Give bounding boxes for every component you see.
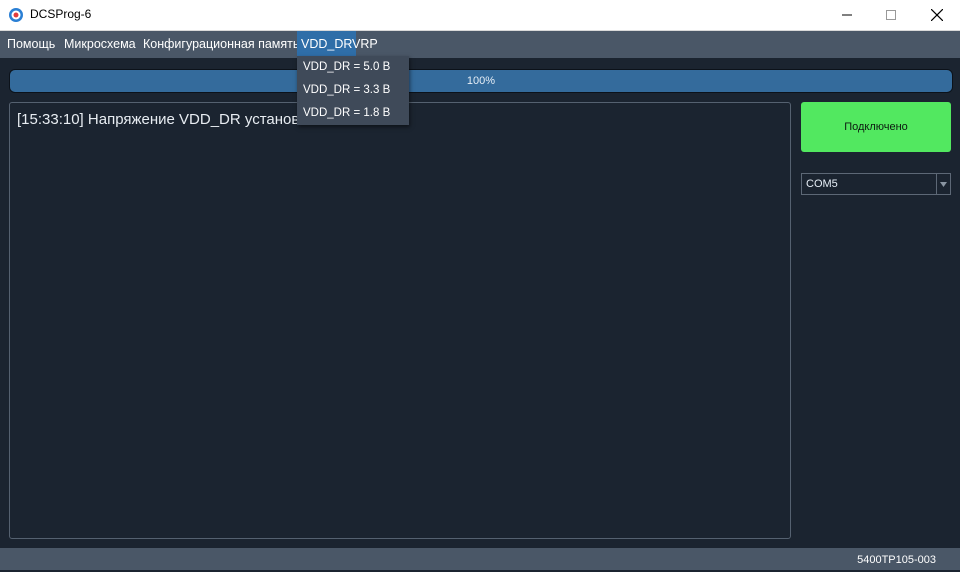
log-line: [15:33:10] Напряжение VDD_DR установ	[17, 111, 300, 128]
menu-chip[interactable]: Микросхема	[64, 31, 136, 58]
status-chip-label: 5400ТР105-003	[857, 554, 936, 566]
window-title: DCSProg-6	[30, 7, 92, 21]
menu-bar: Помощь Микросхема Конфигурационная памят…	[0, 31, 960, 58]
connection-status-button[interactable]: Подключено	[801, 102, 951, 152]
close-button[interactable]	[914, 0, 960, 30]
menu-vrp[interactable]: VRP	[352, 31, 378, 58]
connection-status-label: Подключено	[844, 121, 908, 133]
com-port-value: COM5	[806, 178, 838, 190]
vdd-option-5v[interactable]: VDD_DR = 5.0 В	[297, 56, 409, 79]
progress-bar: 100%	[9, 69, 953, 93]
vdd-option-1v8[interactable]: VDD_DR = 1.8 В	[297, 102, 409, 125]
minimize-icon	[842, 14, 852, 16]
status-bar: 5400ТР105-003	[0, 548, 960, 570]
vdd-dr-dropdown: VDD_DR = 5.0 В VDD_DR = 3.3 В VDD_DR = 1…	[297, 56, 409, 125]
close-icon	[931, 9, 943, 21]
menu-vdd-dr[interactable]: VDD_DR	[297, 31, 357, 58]
progress-label: 100%	[466, 75, 496, 87]
com-port-select[interactable]: COM5	[801, 173, 951, 195]
maximize-button[interactable]	[868, 0, 914, 30]
maximize-icon	[886, 10, 896, 20]
minimize-button[interactable]	[824, 0, 870, 30]
menu-config-memory[interactable]: Конфигурационная память	[143, 31, 299, 58]
com-port-dropdown-button[interactable]	[936, 174, 950, 194]
vdd-option-3v3[interactable]: VDD_DR = 3.3 В	[297, 79, 409, 102]
app-logo-icon	[9, 8, 23, 22]
menu-help[interactable]: Помощь	[7, 31, 55, 58]
title-bar: DCSProg-6	[0, 0, 960, 31]
chevron-down-icon	[940, 181, 947, 187]
log-panel[interactable]: [15:33:10] Напряжение VDD_DR установ	[9, 102, 791, 539]
